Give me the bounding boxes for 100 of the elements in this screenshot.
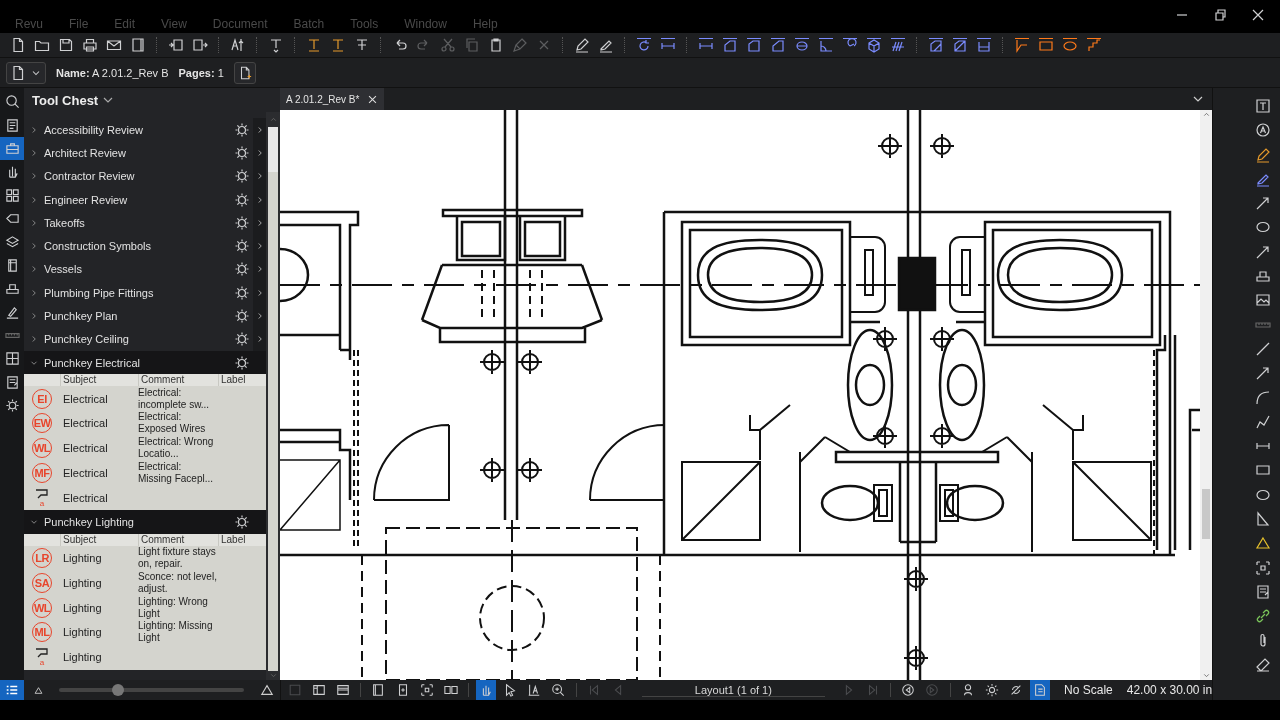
collection-header[interactable]: Contractor Review	[24, 164, 266, 188]
polygon-measure-icon[interactable]	[1014, 37, 1030, 53]
strikethrough-text-icon[interactable]	[354, 37, 370, 53]
arrow-icon[interactable]	[1254, 365, 1271, 382]
close-icon[interactable]	[367, 93, 379, 105]
stamp-icon[interactable]	[1254, 268, 1271, 285]
ellipse-measure-icon[interactable]	[1062, 37, 1078, 53]
link-icon[interactable]	[1254, 608, 1271, 625]
close-icon[interactable]	[1250, 7, 1266, 23]
diameter-measure-icon[interactable]	[794, 37, 810, 53]
slider-thumb[interactable]	[112, 684, 125, 696]
collection-header[interactable]: Architect Review	[24, 141, 266, 165]
new-document-icon[interactable]	[10, 37, 26, 53]
rotate-measure-icon[interactable]	[636, 37, 652, 53]
collection-header[interactable]: Takeoffs	[24, 211, 266, 235]
document-menu-button[interactable]	[6, 61, 46, 84]
toolbox-tab[interactable]	[0, 136, 24, 161]
rectangle-measure-icon[interactable]	[1038, 37, 1054, 53]
text-cursor-icon[interactable]	[268, 37, 284, 53]
new-document-button[interactable]	[233, 61, 256, 84]
collection-name[interactable]: Construction Symbols	[44, 240, 234, 253]
collection-header[interactable]: Plumbing Pipe Fittings	[24, 281, 266, 305]
collection-name[interactable]: Punchkey Electrical	[44, 356, 234, 369]
settings-icon[interactable]	[234, 284, 250, 301]
panel-title[interactable]: Tool Chest	[32, 92, 99, 108]
scale-status[interactable]: No Scale	[1064, 683, 1113, 697]
collection-name[interactable]: Plumbing Pipe Fittings	[44, 286, 234, 299]
large-thumbnail-icon[interactable]	[260, 683, 274, 697]
volume-measure-icon[interactable]	[866, 37, 882, 53]
collection-name[interactable]: Accessibility Review	[44, 123, 234, 136]
settings-icon[interactable]	[234, 513, 250, 530]
small-thumbnail-icon[interactable]	[34, 685, 43, 695]
collection-header[interactable]: Vessels	[24, 257, 266, 282]
polyline-icon[interactable]	[1254, 413, 1271, 430]
panel-list-button[interactable]	[0, 680, 24, 700]
spell-check-icon[interactable]	[230, 37, 246, 53]
angle-measure-icon[interactable]	[818, 37, 834, 53]
document-tab[interactable]: A 2.01.2_Rev B*	[280, 88, 385, 110]
collection-name[interactable]: Engineer Review	[44, 193, 234, 206]
settings-icon[interactable]	[234, 354, 250, 371]
column-header[interactable]: Comment	[138, 533, 218, 546]
column-header[interactable]: Subject	[60, 374, 138, 387]
cutout-measure-icon[interactable]	[928, 37, 944, 53]
save-icon[interactable]	[58, 37, 74, 53]
polylength-measure-icon[interactable]	[722, 37, 738, 53]
column-header[interactable]: Subject	[60, 533, 138, 546]
collection-header[interactable]: Engineer Review	[24, 187, 266, 212]
base-measure-icon[interactable]	[976, 37, 992, 53]
settings-icon[interactable]	[234, 308, 250, 324]
text-box-icon[interactable]	[1254, 98, 1271, 114]
collection-name[interactable]: Punchkey Plan	[44, 310, 234, 322]
collection-name[interactable]: Takeoffs	[44, 216, 234, 229]
restore-icon[interactable]	[1212, 7, 1228, 23]
page-frame-icon[interactable]	[130, 37, 146, 53]
collection-name[interactable]: Punchkey Ceiling	[44, 333, 234, 346]
arrow-icon[interactable]	[1254, 243, 1271, 260]
settings-icon[interactable]	[234, 214, 250, 231]
scrollbar[interactable]	[1200, 110, 1212, 680]
settings-icon[interactable]	[234, 191, 250, 208]
pen-icon[interactable]	[574, 37, 590, 53]
settings-icon[interactable]	[234, 261, 250, 278]
arrow-icon[interactable]	[1254, 195, 1271, 212]
page-navigation-field[interactable]: Layout1 (1 of 1)	[641, 683, 825, 697]
collection-header[interactable]: Punchkey Electrical	[24, 350, 266, 375]
paste-icon[interactable]	[488, 37, 504, 53]
extract-page-icon[interactable]	[192, 37, 208, 53]
pen-icon[interactable]	[1254, 146, 1271, 163]
settings-icon[interactable]	[234, 168, 250, 185]
snapshot-icon[interactable]	[1254, 559, 1271, 576]
scroll-thumb[interactable]	[1202, 489, 1210, 539]
eraser-icon[interactable]	[1254, 656, 1271, 673]
arc-icon[interactable]	[1254, 389, 1271, 406]
collection-header[interactable]: Punchkey Plan	[24, 304, 266, 328]
form-icon[interactable]	[1254, 583, 1271, 600]
insert-page-icon[interactable]	[168, 37, 184, 53]
scroll-up-icon[interactable]	[1201, 110, 1211, 119]
settings-icon[interactable]	[234, 144, 250, 161]
polygon-icon[interactable]	[1254, 511, 1271, 528]
collection-name[interactable]: Vessels	[44, 263, 234, 276]
image-icon[interactable]	[1254, 292, 1271, 309]
underline-text-icon[interactable]	[330, 37, 346, 53]
line-icon[interactable]	[1254, 340, 1271, 357]
stair-measure-icon[interactable]	[1086, 37, 1102, 53]
column-header[interactable]: Comment	[138, 374, 218, 387]
collection-name[interactable]: Punchkey Lighting	[44, 515, 234, 528]
underline-text-icon[interactable]	[306, 37, 322, 53]
collection-header[interactable]: Punchkey Lighting	[24, 510, 266, 534]
settings-icon[interactable]	[234, 121, 250, 138]
cutout-measure-icon[interactable]	[952, 37, 968, 53]
email-icon[interactable]	[106, 37, 122, 53]
triangle-icon[interactable]	[1254, 535, 1271, 552]
scrollbar[interactable]	[266, 112, 280, 680]
collection-header[interactable]: Construction Symbols	[24, 234, 266, 258]
print-icon[interactable]	[82, 37, 98, 53]
area-measure-icon[interactable]	[746, 37, 762, 53]
settings-icon[interactable]	[234, 238, 250, 255]
collection-header[interactable]: Punchkey Ceiling	[24, 327, 266, 351]
count-measure-icon[interactable]	[890, 37, 906, 53]
collection-name[interactable]: Contractor Review	[44, 170, 234, 183]
collection-header[interactable]: Accessibility Review	[24, 118, 266, 142]
